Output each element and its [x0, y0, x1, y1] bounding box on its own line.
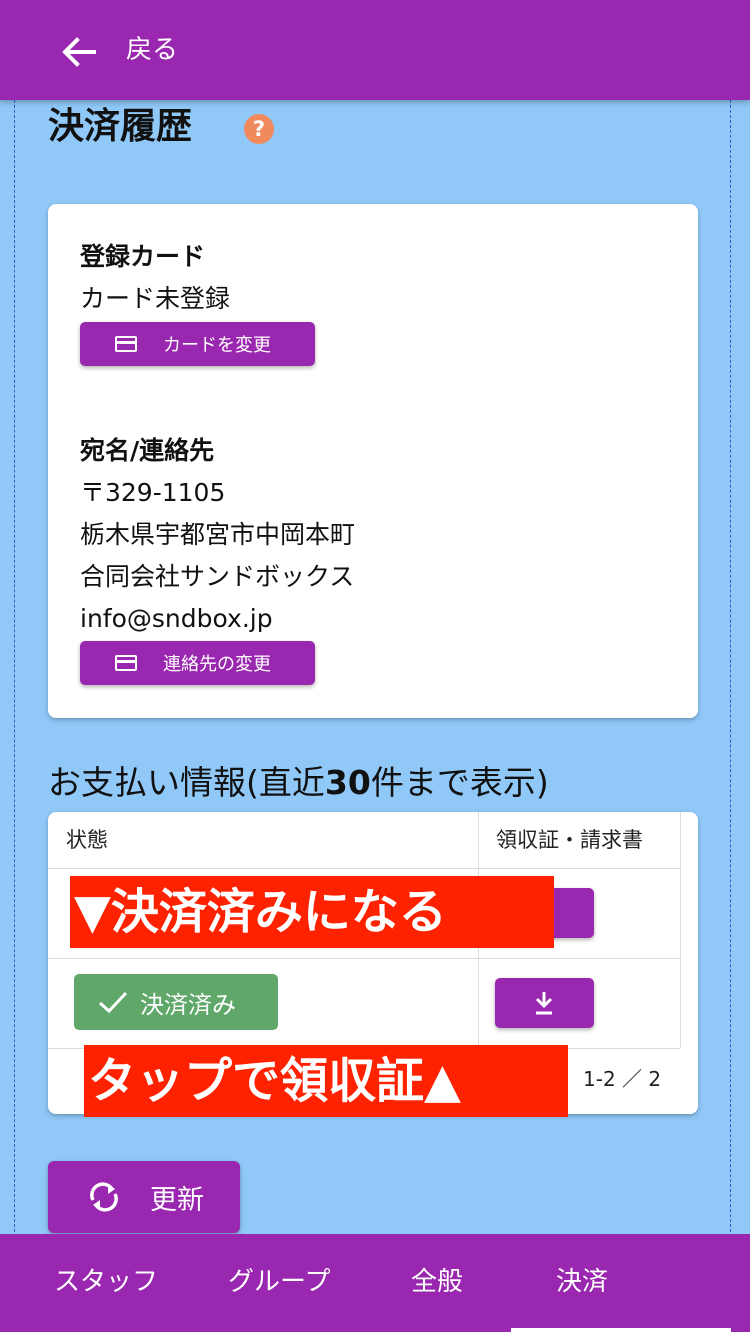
account-card: 登録カード カード未登録 カードを変更 宛名/連絡先 〒329-1105 栃木県…	[48, 204, 698, 718]
column-divider	[680, 812, 681, 1048]
credit-card-icon	[115, 655, 137, 671]
help-icon[interactable]: ?	[244, 114, 274, 144]
page-title: 決済履歴	[48, 106, 193, 147]
check-icon	[99, 991, 128, 1014]
payments-heading-number: 30	[324, 763, 371, 802]
column-header-receipt: 領収証・請求書	[496, 828, 643, 852]
credit-card-icon	[115, 336, 137, 352]
back-link[interactable]: 戻る	[126, 32, 178, 68]
pagination-info: 1-2 ／ 2	[583, 1067, 662, 1091]
row-divider	[48, 958, 680, 959]
column-header-status: 状態	[66, 828, 108, 852]
payments-heading: お支払い情報(直近30件まで表示)	[48, 760, 549, 806]
bottom-nav: スタッフ グループ 全般 決済	[0, 1234, 750, 1332]
app-bar: 戻る	[0, 0, 750, 100]
nav-item-group[interactable]: グループ	[228, 1264, 330, 1300]
company-name: 合同会社サンドボックス	[80, 562, 355, 591]
card-status: カード未登録	[80, 284, 231, 313]
change-contact-label: 連絡先の変更	[163, 654, 271, 675]
row-divider	[48, 868, 680, 869]
frame-border-right	[730, 0, 731, 1332]
nav-item-general[interactable]: 全般	[411, 1264, 463, 1300]
postal-code: 〒329-1105	[80, 478, 226, 507]
address-line: 栃木県宇都宮市中岡本町	[80, 520, 356, 549]
refresh-icon	[90, 1182, 118, 1212]
nav-item-payment[interactable]: 決済	[556, 1264, 608, 1300]
refresh-label: 更新	[150, 1184, 204, 1216]
arrow-left-icon[interactable]	[58, 32, 98, 72]
download-receipt-button[interactable]	[495, 978, 594, 1028]
status-badge: 決済済み	[74, 974, 278, 1030]
change-card-label: カードを変更	[163, 335, 271, 356]
address-section-label: 宛名/連絡先	[80, 436, 215, 465]
annotation-bottom: タップで領収証▲	[84, 1045, 568, 1117]
status-label: 決済済み	[140, 990, 236, 1019]
annotation-top: ▼決済済みになる	[70, 876, 554, 948]
active-tab-indicator	[511, 1328, 731, 1332]
frame-border-left	[14, 0, 15, 1332]
download-icon	[535, 992, 553, 1015]
payments-heading-prefix: お支払い情報(直近	[48, 763, 325, 802]
refresh-button[interactable]: 更新	[48, 1161, 240, 1233]
nav-item-staff[interactable]: スタッフ	[54, 1264, 158, 1300]
change-contact-button[interactable]: 連絡先の変更	[80, 641, 315, 685]
change-card-button[interactable]: カードを変更	[80, 322, 315, 366]
card-section-label: 登録カード	[80, 242, 206, 271]
email: info@sndbox.jp	[80, 604, 273, 633]
payments-heading-suffix: 件まで表示)	[370, 763, 549, 802]
